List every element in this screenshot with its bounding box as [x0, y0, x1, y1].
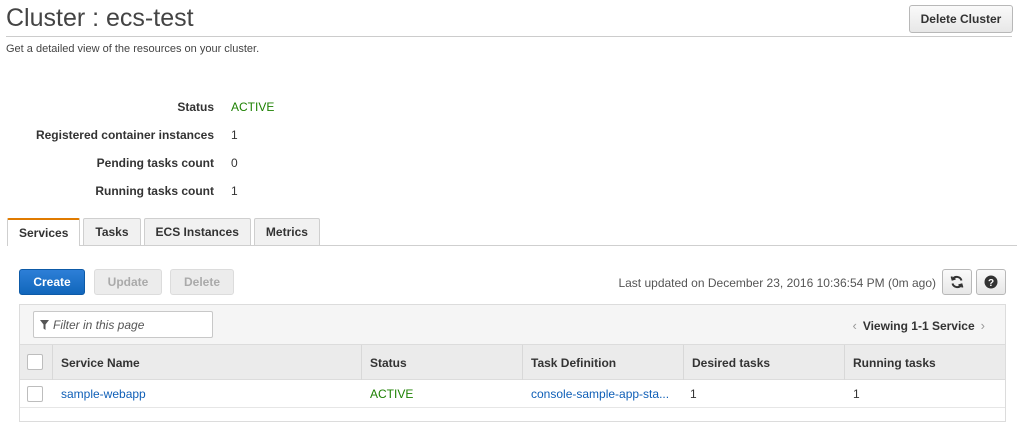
detail-value: 1 [231, 184, 238, 198]
page-title: Cluster : ecs-test [6, 4, 194, 32]
desired-tasks-value: 1 [690, 387, 697, 401]
filter-bar: Filter in this page ‹ Viewing 1-1 Servic… [20, 305, 1005, 345]
update-button[interactable]: Update [94, 269, 162, 295]
tab-ecs-instances[interactable]: ECS Instances [143, 218, 251, 245]
svg-text:?: ? [988, 278, 994, 289]
services-table-panel: Filter in this page ‹ Viewing 1-1 Servic… [19, 304, 1006, 422]
column-header-running-tasks[interactable]: Running tasks [844, 345, 1007, 380]
tab-metrics[interactable]: Metrics [253, 218, 320, 245]
tab-services[interactable]: Services [7, 218, 81, 246]
tab-divider [7, 245, 1017, 246]
column-header-task-definition[interactable]: Task Definition [522, 345, 683, 380]
title-divider [6, 36, 1012, 37]
filter-input[interactable]: Filter in this page [33, 311, 213, 338]
column-header-status[interactable]: Status [361, 345, 522, 380]
detail-label: Registered container instances [35, 128, 214, 142]
help-button[interactable]: ? [976, 269, 1006, 295]
running-tasks-value: 1 [853, 387, 860, 401]
detail-label: Running tasks count [95, 184, 214, 198]
last-updated-text: Last updated on December 23, 2016 10:36:… [618, 276, 936, 290]
column-header-desired-tasks[interactable]: Desired tasks [683, 345, 844, 380]
pagination: ‹ Viewing 1-1 Service › [846, 318, 991, 333]
delete-button[interactable]: Delete [170, 269, 234, 295]
refresh-button[interactable] [942, 269, 972, 295]
detail-value: 0 [231, 156, 238, 170]
viewing-count: Viewing 1-1 Service [862, 318, 975, 333]
chevron-right-icon[interactable]: › [981, 318, 985, 333]
filter-placeholder: Filter in this page [53, 317, 145, 332]
task-definition-link[interactable]: console-sample-app-sta... [523, 380, 679, 408]
delete-cluster-button[interactable]: Delete Cluster [909, 5, 1013, 33]
tab-tasks[interactable]: Tasks [83, 218, 141, 245]
table-row: sample-webapp ACTIVE console-sample-app-… [20, 380, 1005, 408]
detail-label: Pending tasks count [96, 156, 214, 170]
detail-value: 1 [231, 128, 238, 142]
service-status: ACTIVE [370, 387, 414, 401]
row-checkbox[interactable] [27, 386, 43, 402]
filter-icon [40, 319, 49, 330]
cluster-tabs: Services Tasks ECS Instances Metrics [7, 218, 323, 246]
create-button[interactable]: Create [19, 269, 85, 295]
chevron-left-icon[interactable]: ‹ [852, 318, 856, 333]
page-subtitle: Get a detailed view of the resources on … [6, 43, 260, 55]
help-icon: ? [984, 275, 998, 289]
service-name-link[interactable]: sample-webapp [53, 380, 361, 408]
select-all-checkbox[interactable] [27, 354, 43, 370]
table-header: Service Name Status Task Definition Desi… [20, 345, 1005, 380]
column-header-service-name[interactable]: Service Name [52, 345, 361, 380]
detail-label: Status [177, 100, 214, 114]
refresh-icon [950, 275, 964, 289]
status-value: ACTIVE [231, 100, 275, 114]
